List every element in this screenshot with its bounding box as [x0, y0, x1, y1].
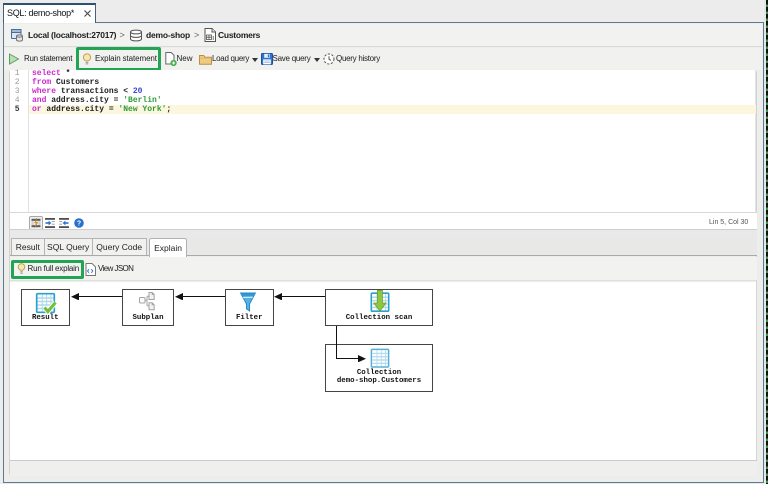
svg-text:?: ?: [77, 221, 81, 228]
